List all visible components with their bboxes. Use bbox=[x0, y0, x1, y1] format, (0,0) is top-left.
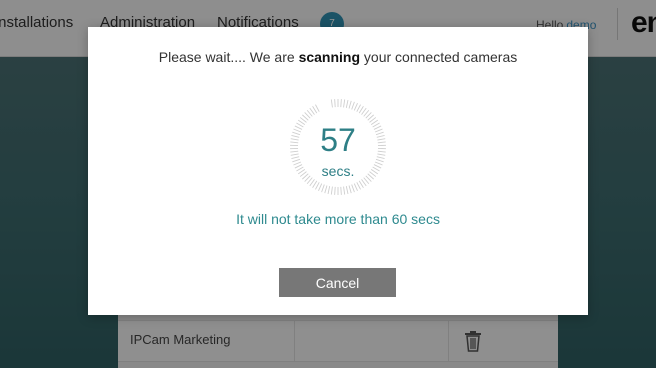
dial-tick bbox=[318, 183, 323, 192]
dialog-title: Please wait.... We are scanning your con… bbox=[88, 49, 588, 65]
title-emphasis: scanning bbox=[298, 49, 361, 65]
countdown-value: 57 bbox=[320, 122, 356, 158]
dial-tick bbox=[358, 180, 364, 188]
scan-progress-dialog: Please wait.... We are scanning your con… bbox=[88, 27, 588, 315]
dial-tick bbox=[327, 186, 331, 195]
cancel-button[interactable]: Cancel bbox=[279, 268, 396, 297]
dial-tick bbox=[351, 184, 355, 193]
dial-tick bbox=[351, 101, 355, 110]
dial-tick bbox=[330, 186, 333, 195]
dial-tick bbox=[340, 99, 342, 108]
dial-tick bbox=[356, 104, 361, 112]
dial-tick bbox=[321, 184, 325, 193]
dial-tick bbox=[356, 182, 361, 190]
dial-tick bbox=[348, 100, 352, 109]
dial-tick bbox=[345, 99, 349, 108]
dial-tick bbox=[291, 156, 300, 160]
title-suffix: your connected cameras bbox=[363, 49, 518, 65]
dial-tick bbox=[353, 102, 358, 111]
dial-tick bbox=[376, 156, 385, 160]
dial-tick bbox=[353, 183, 358, 192]
dial-tick bbox=[312, 180, 318, 188]
dial-tick bbox=[343, 99, 346, 108]
dial-tick bbox=[315, 182, 320, 190]
dial-tick bbox=[334, 186, 336, 195]
dial-tick bbox=[345, 186, 349, 195]
dial-tick bbox=[292, 158, 301, 163]
dial-tick bbox=[334, 99, 336, 108]
time-estimate-note: It will not take more than 60 secs bbox=[236, 211, 440, 227]
dial-tick bbox=[312, 106, 318, 114]
dial-tick bbox=[340, 186, 342, 195]
dial-tick bbox=[330, 99, 333, 108]
dial-tick bbox=[348, 185, 352, 194]
dial-tick bbox=[343, 186, 346, 195]
dial-tick bbox=[315, 104, 320, 112]
countdown-unit: secs. bbox=[321, 163, 355, 179]
title-prefix: Please wait.... We are bbox=[158, 49, 295, 65]
dial-tick bbox=[324, 185, 328, 194]
dial-tick bbox=[358, 106, 364, 114]
dial-tick bbox=[375, 158, 384, 163]
